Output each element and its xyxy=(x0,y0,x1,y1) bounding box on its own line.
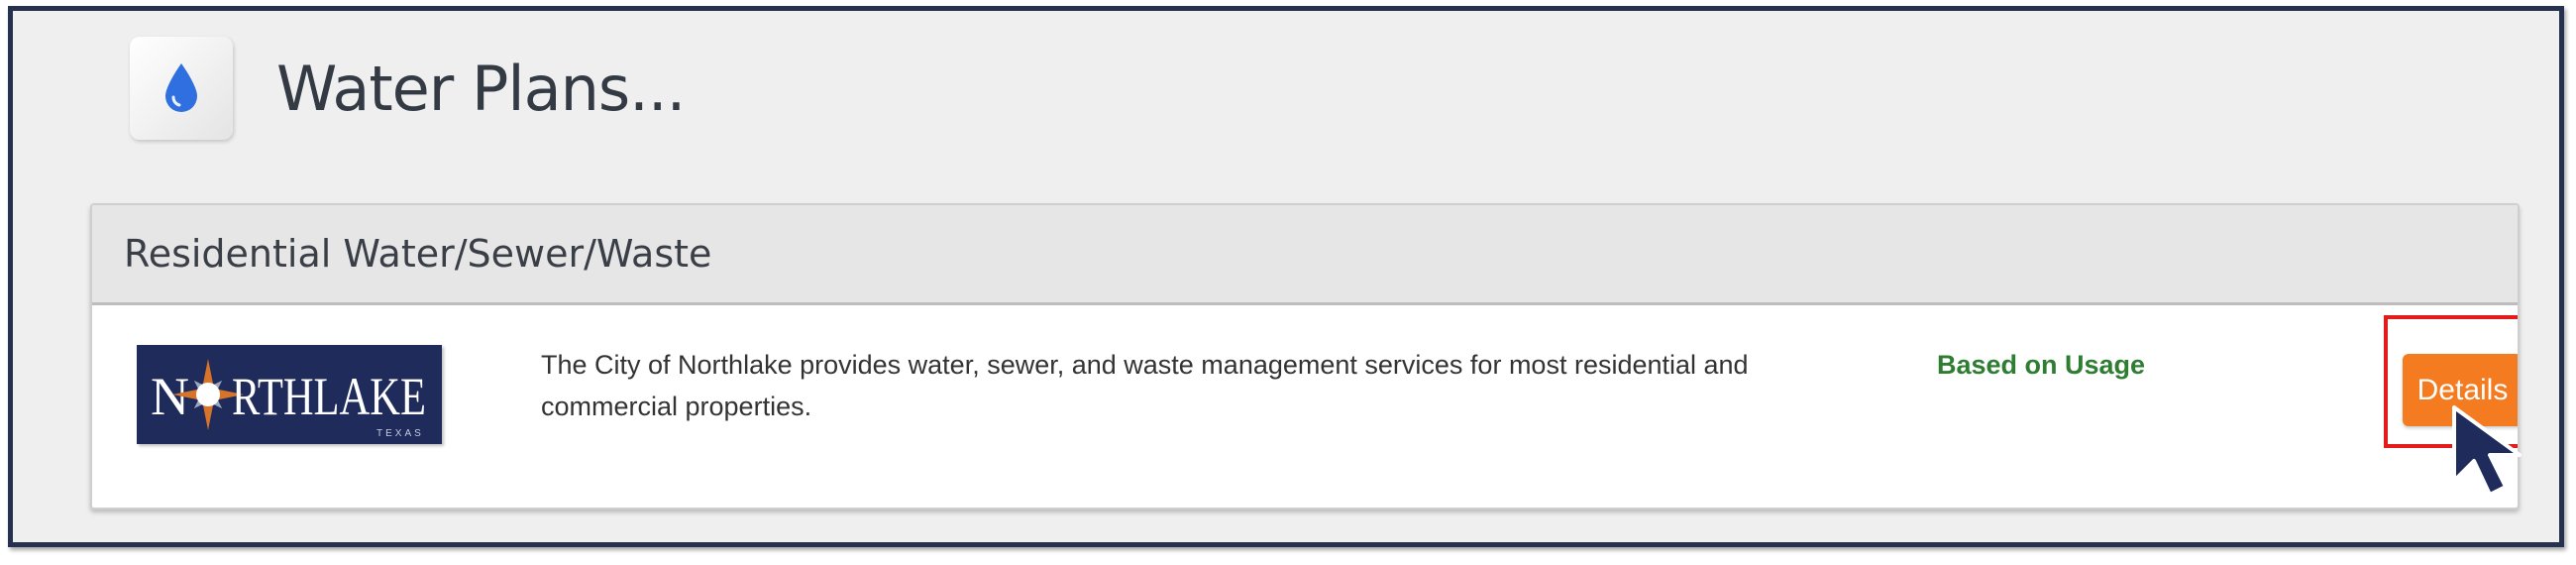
screenshot-frame: Water Plans... Residential Water/Sewer/W… xyxy=(8,6,2564,547)
svg-text:TEXAS: TEXAS xyxy=(376,428,424,439)
svg-text:RTHLAKE: RTHLAKE xyxy=(232,367,426,426)
page-header: Water Plans... xyxy=(130,36,686,141)
mouse-pointer-icon xyxy=(2452,405,2522,497)
water-plans-icon-tile xyxy=(130,37,233,140)
plan-card: Residential Water/Sewer/Waste N RTHLAKE xyxy=(90,203,2520,509)
plan-group-header: Residential Water/Sewer/Waste xyxy=(92,205,2518,305)
plan-group-title: Residential Water/Sewer/Waste xyxy=(124,232,712,276)
plan-description: The City of Northlake provides water, se… xyxy=(541,350,1749,421)
page-title: Water Plans... xyxy=(276,52,686,125)
plan-pricing: Based on Usage xyxy=(1937,350,2146,380)
northlake-logo: N RTHLAKE TEXAS xyxy=(137,345,442,444)
water-drop-icon xyxy=(165,63,197,112)
